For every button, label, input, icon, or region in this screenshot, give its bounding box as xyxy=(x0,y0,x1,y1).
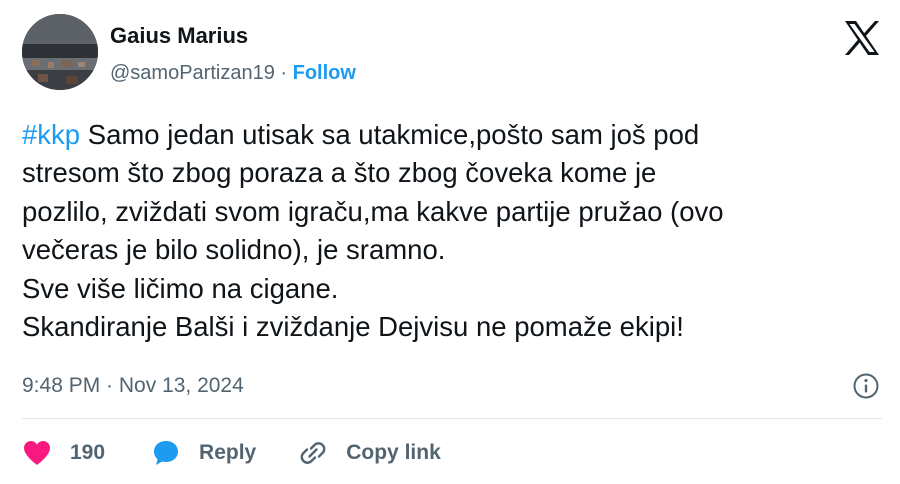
tweet-card: Gaius Marius @samoPartizan19 · Follow #k… xyxy=(0,0,900,484)
avatar[interactable] xyxy=(22,14,98,90)
handle-row: @samoPartizan19 · Follow xyxy=(110,60,356,86)
info-icon[interactable] xyxy=(852,372,880,400)
display-name[interactable]: Gaius Marius xyxy=(110,22,356,50)
author-info: Gaius Marius @samoPartizan19 · Follow xyxy=(110,22,356,86)
copy-link-button[interactable]: Copy link xyxy=(298,438,441,468)
heart-icon xyxy=(22,439,52,467)
like-button[interactable]: 190 xyxy=(22,439,105,467)
x-logo-icon[interactable] xyxy=(842,18,882,58)
copy-link-label: Copy link xyxy=(346,441,441,464)
avatar-image xyxy=(22,14,98,90)
handle[interactable]: @samoPartizan19 xyxy=(110,62,275,84)
hashtag-link[interactable]: #kkp xyxy=(22,119,80,150)
divider xyxy=(22,418,882,419)
tweet-body: Samo jedan utisak sa utakmice,pošto sam … xyxy=(22,119,724,343)
tweet-text: #kkp Samo jedan utisak sa utakmice,pošto… xyxy=(22,116,882,346)
follow-button[interactable]: Follow xyxy=(293,62,356,84)
like-count: 190 xyxy=(70,441,106,464)
separator: · xyxy=(274,62,293,84)
speech-bubble-icon xyxy=(151,438,181,468)
timestamp[interactable]: 9:48 PM · Nov 13, 2024 xyxy=(22,374,244,397)
link-icon xyxy=(298,438,328,468)
meta-row: 9:48 PM · Nov 13, 2024 xyxy=(22,372,882,402)
reply-label: Reply xyxy=(199,441,257,464)
action-bar: 190 Reply Copy link xyxy=(22,436,441,470)
reply-button[interactable]: Reply xyxy=(151,438,256,468)
tweet-header: Gaius Marius @samoPartizan19 · Follow xyxy=(22,14,882,94)
